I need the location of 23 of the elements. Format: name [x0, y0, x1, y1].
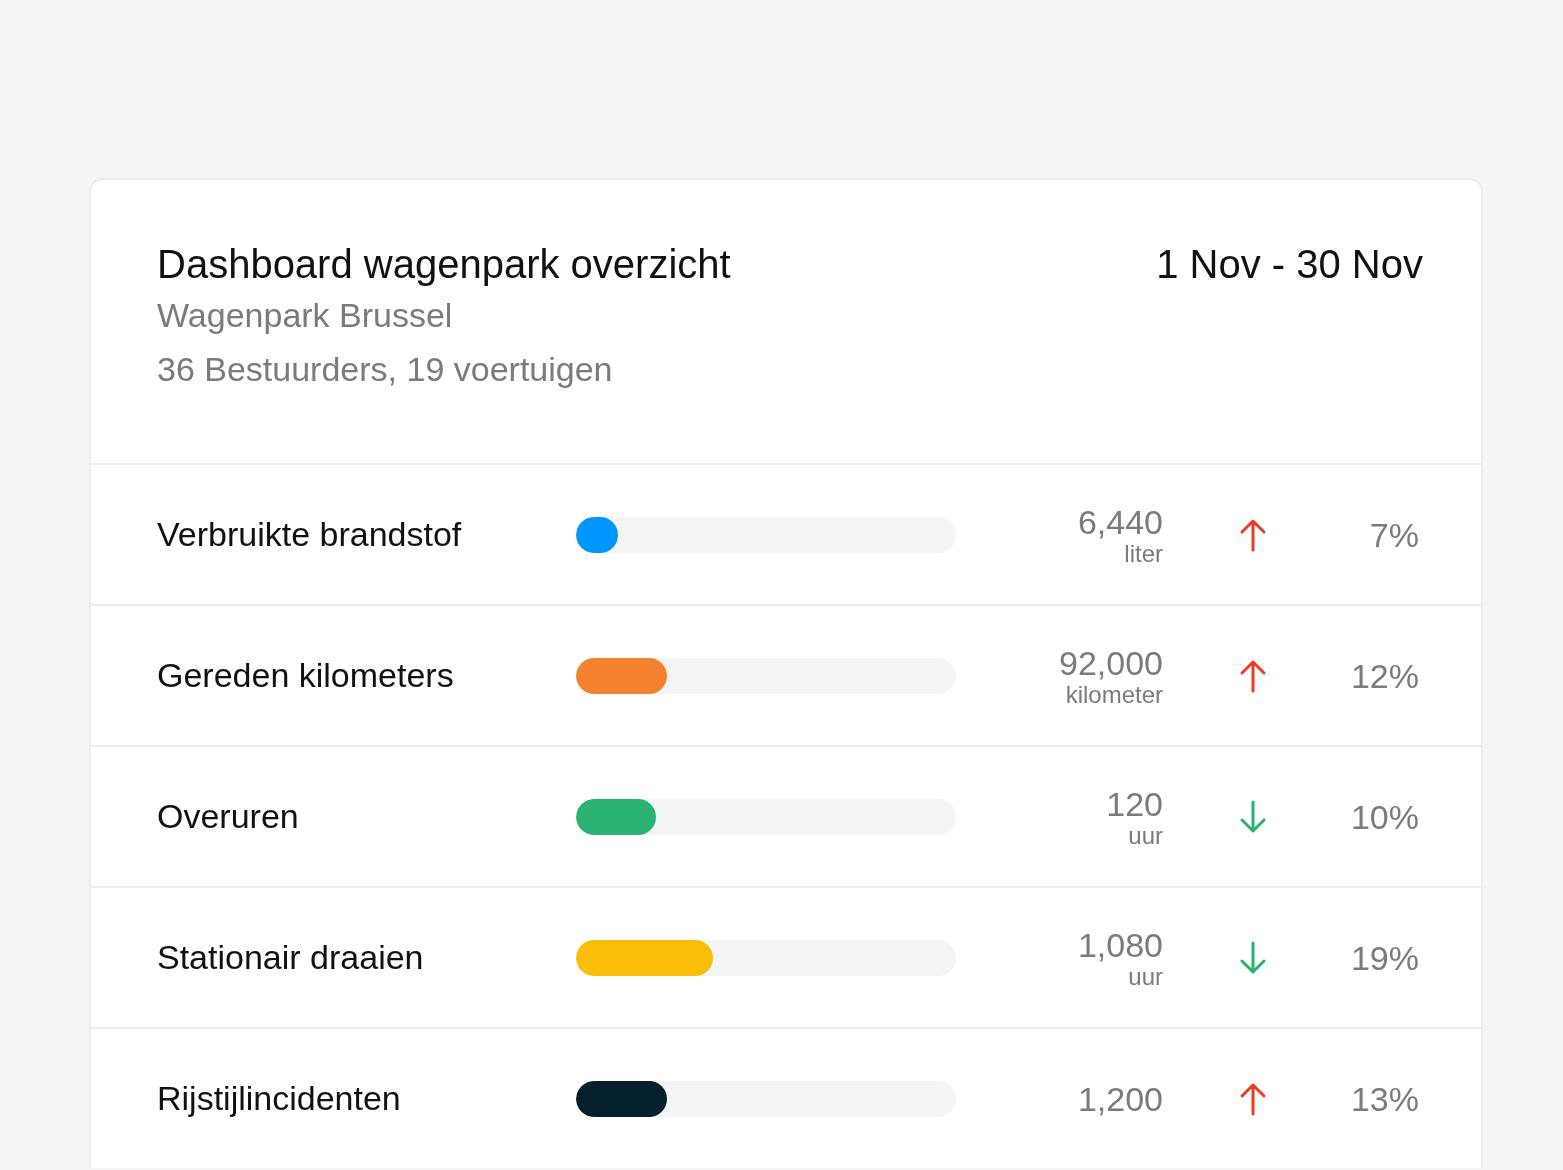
change-percentage: 10%	[1349, 796, 1419, 837]
change-percentage: 19%	[1349, 937, 1419, 978]
metric-label: Stationair draaien	[157, 938, 425, 977]
fleet-name: Wagenpark Brussel	[157, 295, 454, 336]
metric-value: 1,080	[1076, 925, 1163, 964]
metric-value: 120	[1105, 784, 1163, 823]
dashboard-title: Dashboard wagenpark overzicht	[157, 241, 731, 288]
metric-value: 6,440	[1076, 502, 1163, 541]
change-percentage: 12%	[1349, 655, 1419, 696]
fleet-details: 36 Bestuurders, 19 voertuigen	[157, 349, 614, 390]
metric-label: Overuren	[157, 797, 300, 836]
metric-value: 1,200	[1076, 1079, 1163, 1118]
change-percentage: 13%	[1349, 1078, 1419, 1119]
metric-unit: kilometer	[1064, 681, 1163, 708]
date-range: 1 Nov - 30 Nov	[1156, 241, 1423, 288]
metric-value: 92,000	[1058, 643, 1163, 682]
metric-label: Verbruikte brandstof	[157, 515, 463, 554]
metric-label: Gereden kilometers	[157, 656, 455, 695]
change-percentage: 7%	[1368, 514, 1419, 555]
metric-label: Rijstijlincidenten	[157, 1079, 402, 1118]
metric-unit: uur	[1127, 822, 1163, 849]
metric-unit: liter	[1123, 540, 1163, 567]
metric-unit: uur	[1127, 963, 1163, 990]
